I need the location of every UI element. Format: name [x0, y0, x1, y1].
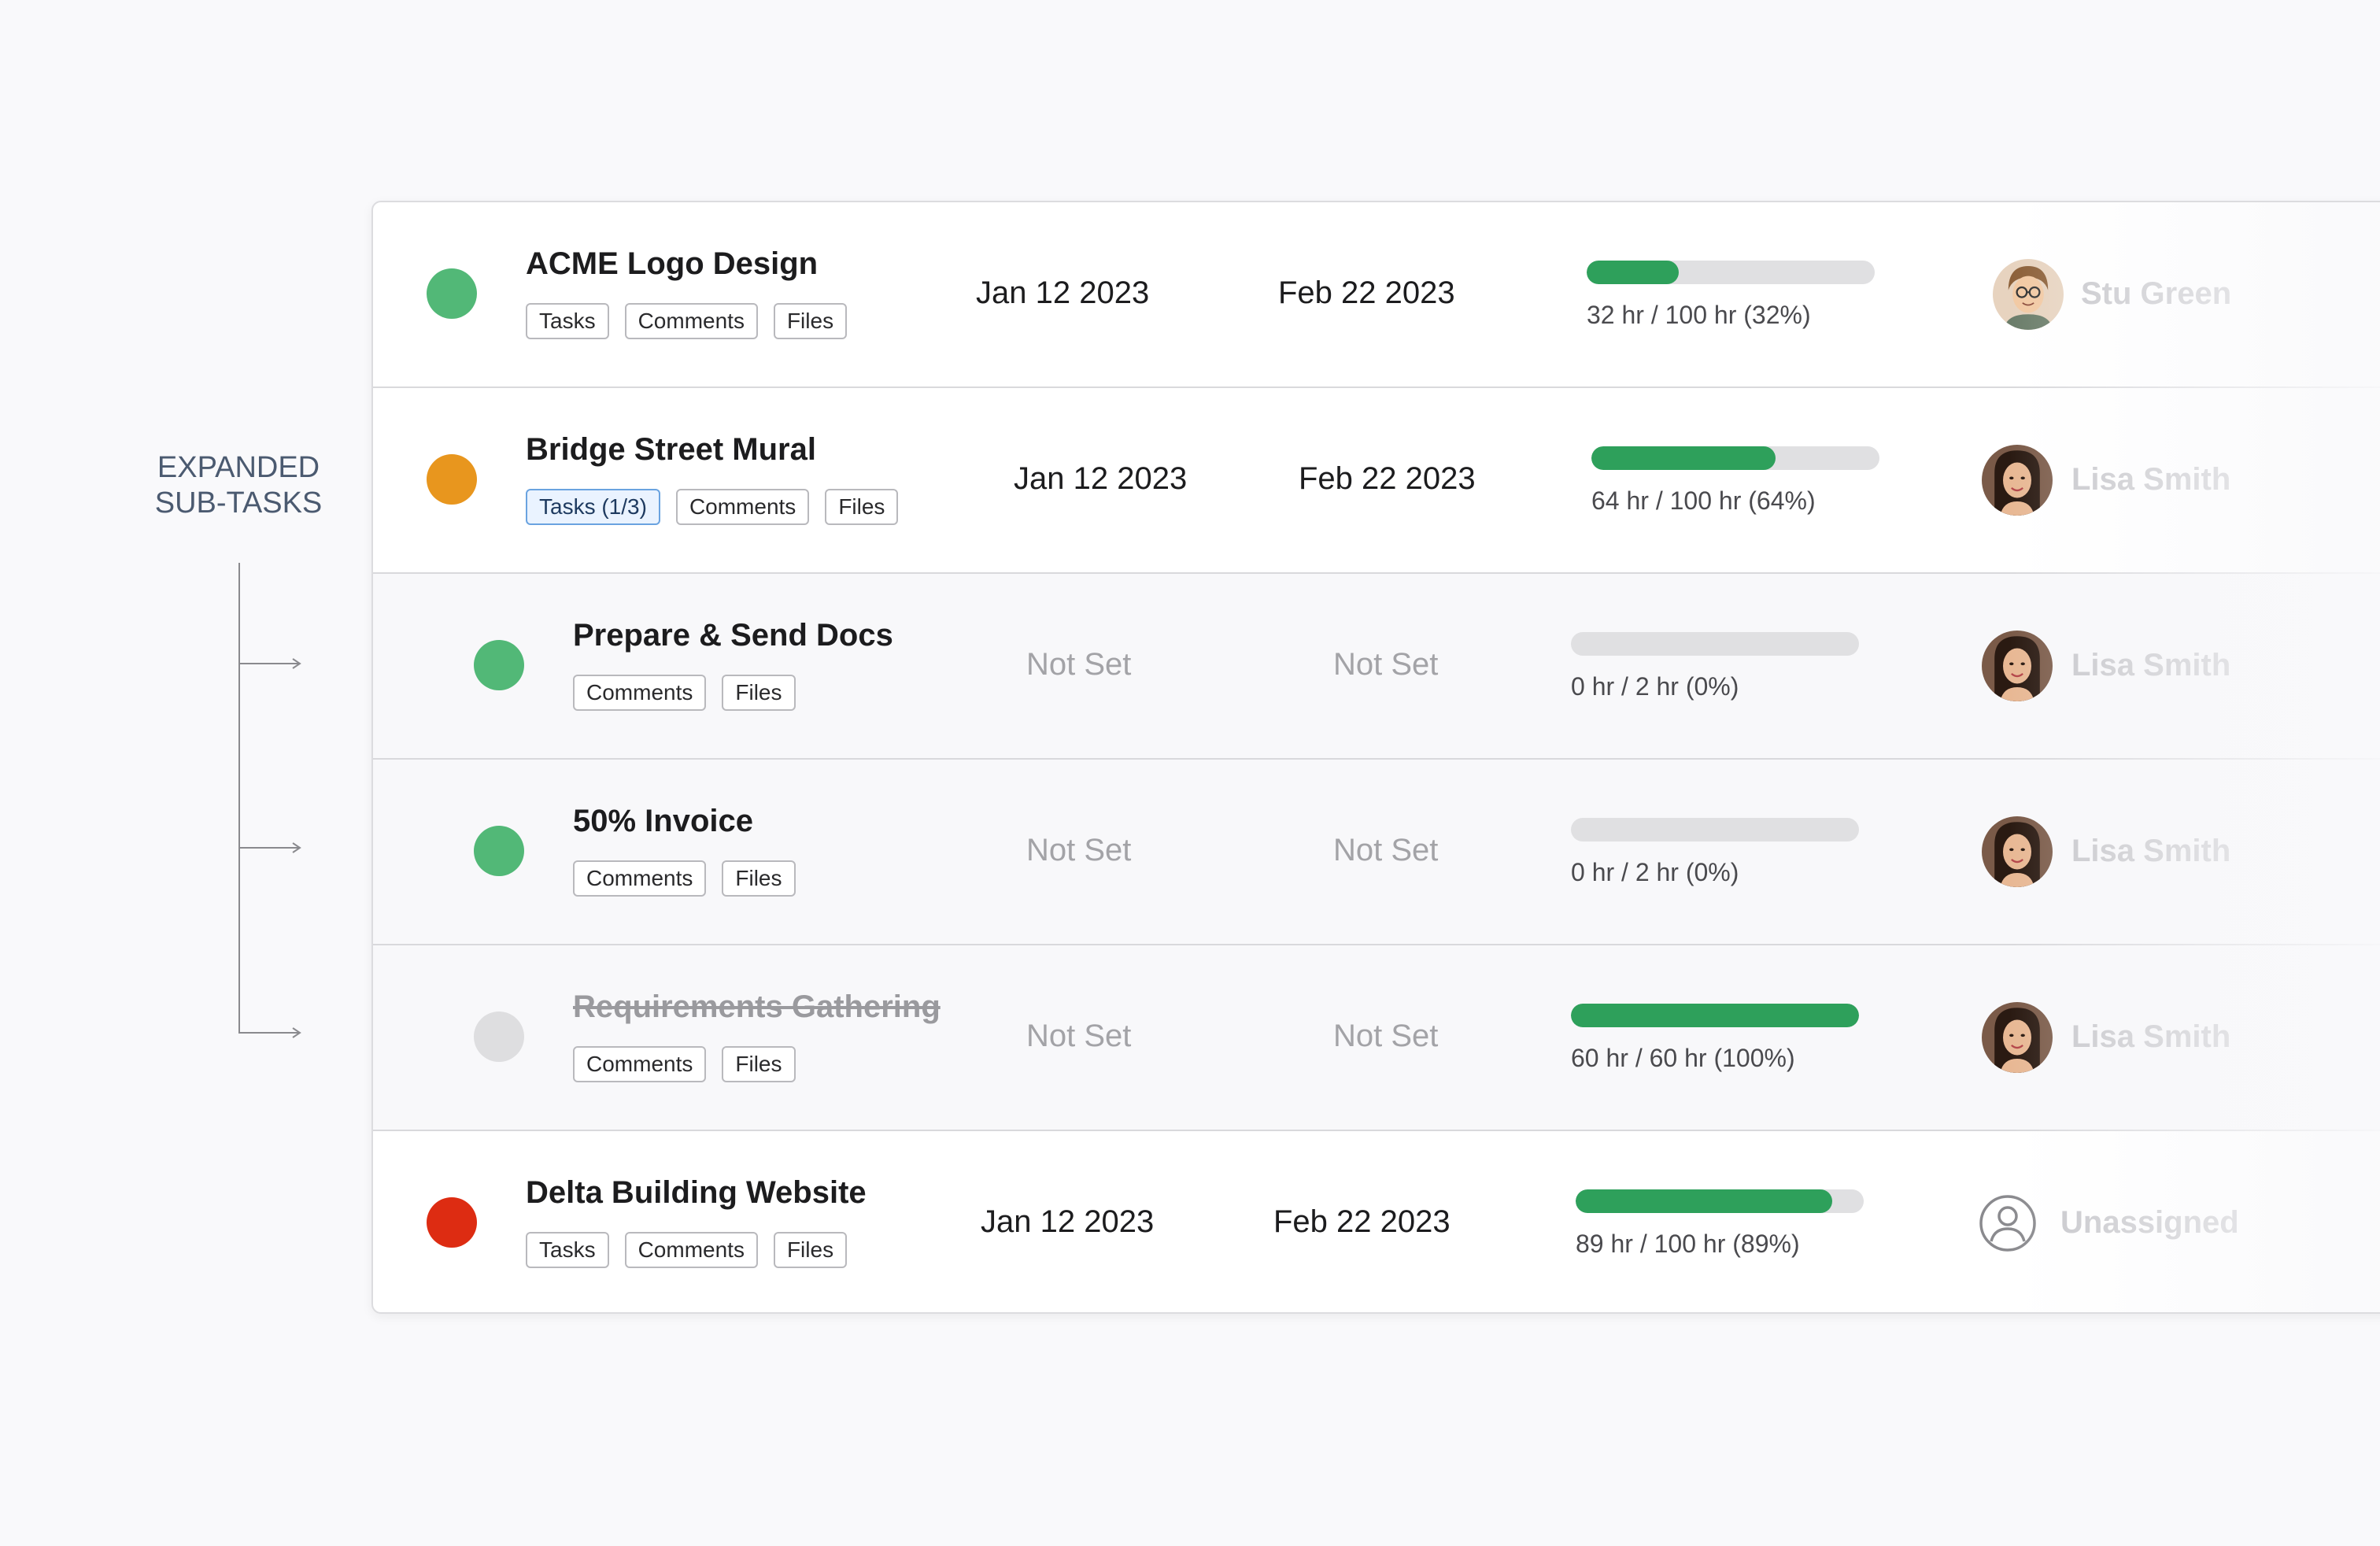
assignee-name[interactable]: Lisa Smith [2071, 1018, 2230, 1056]
assignee-name[interactable]: Stu Green [2081, 275, 2231, 313]
hours-text: 0 hr / 2 hr (0%) [1571, 672, 1739, 701]
end-date[interactable]: Not Set [1333, 831, 1438, 869]
assignee-name[interactable]: Unassigned [2060, 1204, 2239, 1241]
tasks-chip[interactable]: Tasks [526, 303, 609, 339]
progress-bar [1591, 446, 1879, 470]
status-dot [427, 1197, 477, 1248]
assignee-name[interactable]: Lisa Smith [2071, 646, 2230, 684]
task-chips: Tasks (1/3) Comments Files [526, 489, 899, 525]
progress-bar [1576, 1189, 1864, 1213]
task-chips: Comments Files [573, 860, 796, 897]
task-chips: Tasks Comments Files [526, 303, 848, 339]
end-date[interactable]: Feb 22 2023 [1299, 460, 1476, 497]
task-title[interactable]: Prepare & Send Docs [573, 618, 893, 653]
subtask-row[interactable]: Requirements Gathering Comments Files No… [373, 945, 2380, 1131]
end-date[interactable]: Feb 22 2023 [1273, 1203, 1451, 1241]
status-dot [474, 1012, 524, 1062]
avatar[interactable] [1982, 1002, 2053, 1073]
start-date[interactable]: Jan 12 2023 [981, 1203, 1154, 1241]
start-date[interactable]: Not Set [1026, 645, 1131, 683]
comments-chip[interactable]: Comments [675, 489, 810, 525]
hours-text: 64 hr / 100 hr (64%) [1591, 486, 1816, 515]
project-row[interactable]: Delta Building Website Tasks Comments Fi… [373, 1131, 2380, 1312]
task-title[interactable]: ACME Logo Design [526, 246, 818, 282]
unassigned-user-icon[interactable] [1979, 1194, 2037, 1252]
task-chips: Tasks Comments Files [526, 1232, 848, 1268]
comments-chip[interactable]: Comments [624, 1232, 758, 1268]
project-row[interactable]: Bridge Street Mural Tasks (1/3) Comments… [373, 388, 2380, 574]
assignee-name[interactable]: Lisa Smith [2071, 460, 2230, 498]
status-dot [427, 268, 477, 319]
avatar[interactable] [1982, 631, 2053, 701]
subtask-row[interactable]: 50% Invoice Comments Files Not Set Not S… [373, 760, 2380, 945]
hours-text: 32 hr / 100 hr (32%) [1587, 301, 1811, 329]
task-title[interactable]: Delta Building Website [526, 1175, 867, 1211]
progress-fill [1591, 446, 1776, 470]
start-date[interactable]: Not Set [1026, 831, 1131, 869]
hours-text: 89 hr / 100 hr (89%) [1576, 1230, 1800, 1258]
start-date[interactable]: Jan 12 2023 [976, 274, 1149, 312]
tasks-chip[interactable]: Tasks [526, 1232, 609, 1268]
status-dot [427, 454, 477, 505]
project-row[interactable]: ACME Logo Design Tasks Comments Files Ja… [373, 202, 2380, 388]
assignee-name[interactable]: Lisa Smith [2071, 832, 2230, 870]
files-chip[interactable]: Files [825, 489, 899, 525]
status-dot [474, 640, 524, 690]
status-dot [474, 826, 524, 876]
progress-bar [1571, 818, 1859, 841]
files-chip[interactable]: Files [722, 860, 796, 897]
avatar[interactable] [1982, 816, 2053, 887]
avatar[interactable] [1982, 445, 2053, 516]
progress-fill [1576, 1189, 1832, 1213]
comments-chip[interactable]: Comments [573, 1046, 707, 1082]
progress-fill [1571, 1004, 1859, 1027]
task-title[interactable]: 50% Invoice [573, 804, 753, 839]
progress-bar [1587, 261, 1875, 284]
subtask-bracket [238, 563, 301, 1038]
files-chip[interactable]: Files [773, 1232, 848, 1268]
avatar[interactable] [1993, 259, 2064, 330]
files-chip[interactable]: Files [722, 1046, 796, 1082]
progress-bar [1571, 632, 1859, 656]
task-chips: Comments Files [573, 1046, 796, 1082]
progress-fill [1587, 261, 1680, 284]
tasks-chip[interactable]: Tasks (1/3) [526, 489, 660, 525]
comments-chip[interactable]: Comments [624, 303, 758, 339]
end-date[interactable]: Not Set [1333, 645, 1438, 683]
task-chips: Comments Files [573, 675, 796, 711]
progress-bar [1571, 1004, 1859, 1027]
subtask-row[interactable]: Prepare & Send Docs Comments Files Not S… [373, 574, 2380, 760]
task-title[interactable]: Requirements Gathering [573, 989, 941, 1025]
files-chip[interactable]: Files [773, 303, 848, 339]
comments-chip[interactable]: Comments [573, 860, 707, 897]
files-chip[interactable]: Files [722, 675, 796, 711]
hours-text: 60 hr / 60 hr (100%) [1571, 1044, 1795, 1072]
comments-chip[interactable]: Comments [573, 675, 707, 711]
task-title[interactable]: Bridge Street Mural [526, 432, 816, 468]
end-date[interactable]: Feb 22 2023 [1278, 274, 1455, 312]
end-date[interactable]: Not Set [1333, 1017, 1438, 1055]
start-date[interactable]: Not Set [1026, 1017, 1131, 1055]
hours-text: 0 hr / 2 hr (0%) [1571, 858, 1739, 886]
start-date[interactable]: Jan 12 2023 [1014, 460, 1187, 497]
project-table: ACME Logo Design Tasks Comments Files Ja… [371, 201, 2380, 1314]
